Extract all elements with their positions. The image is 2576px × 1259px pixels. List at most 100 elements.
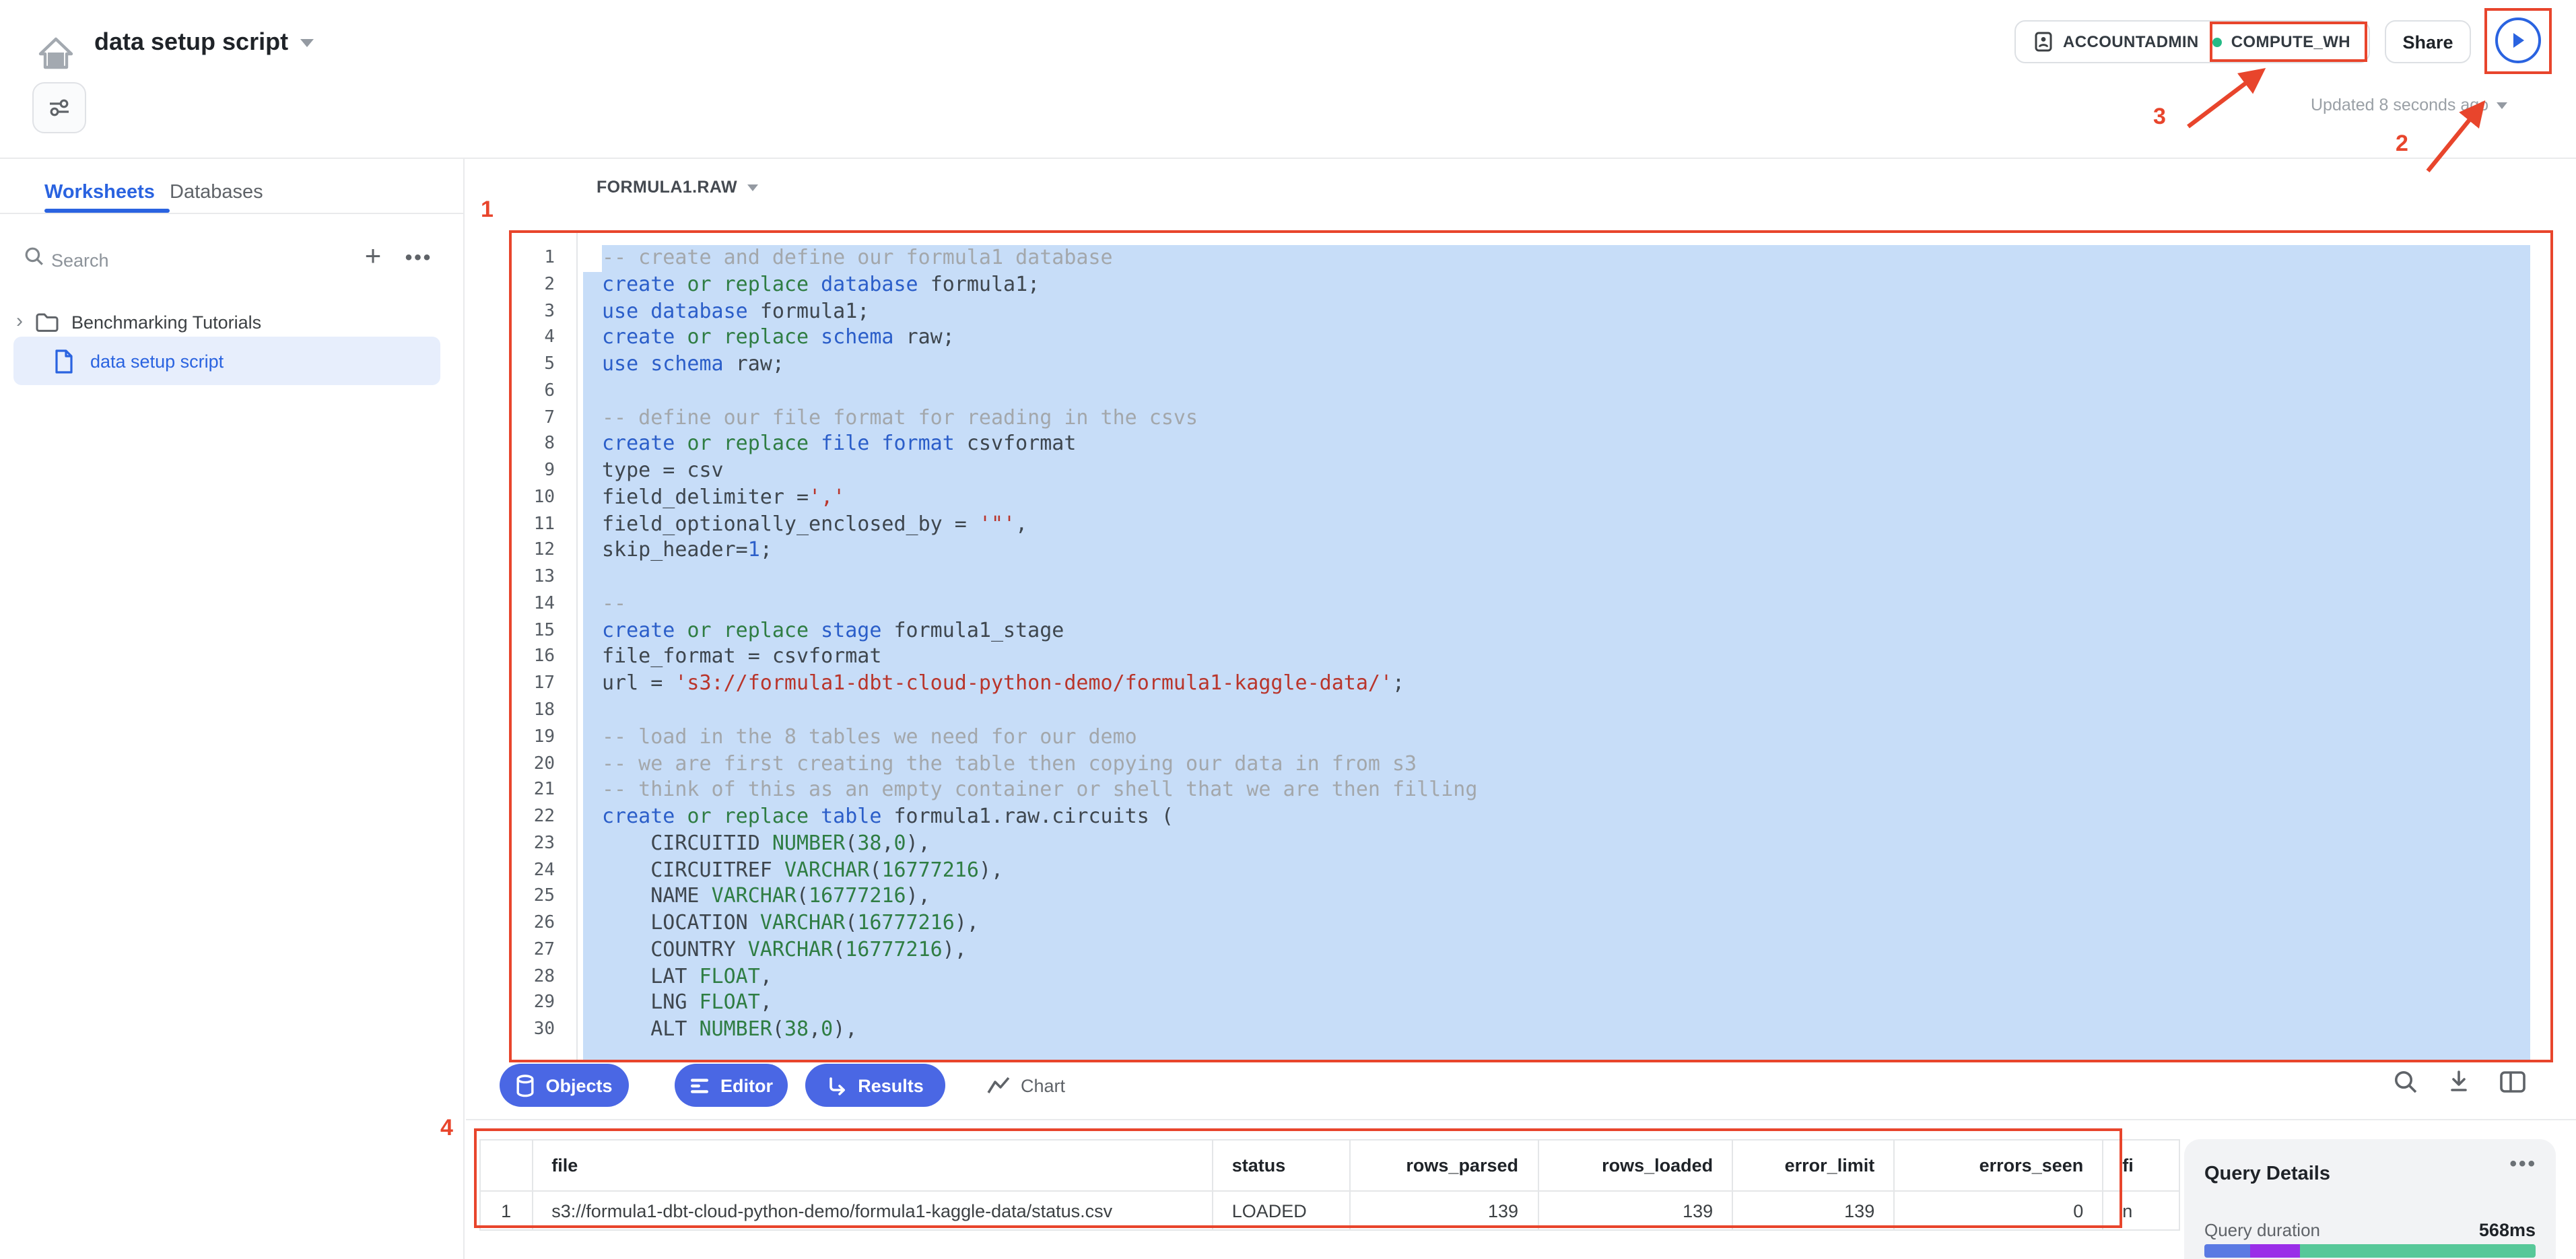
updated-dropdown-caret[interactable] [2497, 102, 2507, 108]
editor-button[interactable]: Editor [675, 1064, 788, 1107]
code-line[interactable]: 10field_delimiter =',' [509, 485, 2553, 512]
line-text: -- define our file format for reading in… [583, 405, 2530, 432]
line-text: field_delimiter =',' [583, 485, 2530, 512]
line-number: 29 [509, 990, 555, 1017]
search-input[interactable] [48, 242, 283, 277]
line-text: -- we are first creating the table then … [583, 751, 2530, 778]
line-number: 12 [509, 538, 555, 565]
code-line[interactable]: 22create or replace table formula1.raw.c… [509, 804, 2553, 831]
line-number: 23 [509, 831, 555, 858]
code-line[interactable]: 9type = csv [509, 458, 2553, 485]
line-text: create or replace database formula1; [583, 272, 2530, 299]
tab-databases[interactable]: Databases [170, 182, 263, 203]
query-details-title: Query Details [2204, 1163, 2330, 1185]
query-details-more-button[interactable]: ••• [2509, 1153, 2537, 1176]
table-cell: n [2103, 1191, 2179, 1230]
sidebar-more-button[interactable]: ••• [399, 238, 439, 276]
split-columns-icon[interactable] [2499, 1070, 2526, 1093]
sql-editor[interactable]: 1-- create and define our formula1 datab… [509, 230, 2553, 1062]
code-line[interactable]: 5use schema raw; [509, 351, 2553, 378]
sidebar-item-folder[interactable]: › Benchmarking Tutorials [16, 302, 261, 342]
line-text: COUNTRY VARCHAR(16777216), [583, 937, 2530, 964]
objects-button[interactable]: Objects [500, 1064, 629, 1107]
run-button[interactable] [2495, 18, 2541, 63]
results-button[interactable]: Results [805, 1064, 945, 1107]
database-icon [516, 1074, 535, 1097]
line-number: 28 [509, 963, 555, 990]
new-worksheet-button[interactable]: + [355, 238, 391, 276]
worksheet-context-selector[interactable]: FORMULA1.RAW [597, 178, 759, 197]
code-line[interactable]: 27 COUNTRY VARCHAR(16777216), [509, 937, 2553, 964]
column-header[interactable]: fi [2103, 1140, 2179, 1191]
code-line[interactable]: 18 [509, 697, 2553, 724]
chart-tab[interactable]: Chart [987, 1075, 1065, 1095]
line-number: 15 [509, 617, 555, 644]
role-selector[interactable]: ACCOUNTADMIN [2033, 31, 2199, 53]
code-line[interactable]: 25 NAME VARCHAR(16777216), [509, 884, 2553, 911]
code-line[interactable]: 16 file_format = csvformat [509, 644, 2553, 671]
code-line[interactable]: 23 CIRCUITID NUMBER(38,0), [509, 831, 2553, 858]
code-line[interactable]: 17url = 's3://formula1-dbt-cloud-python-… [509, 671, 2553, 698]
column-header[interactable]: error_limit [1732, 1140, 1894, 1191]
code-line[interactable]: 24 CIRCUITREF VARCHAR(16777216), [509, 857, 2553, 884]
last-updated-text: Updated 8 seconds ago [2311, 96, 2488, 114]
share-button[interactable]: Share [2385, 20, 2471, 63]
code-line[interactable]: 1-- create and define our formula1 datab… [509, 245, 2553, 272]
code-line[interactable]: 30 ALT NUMBER(38,0), [509, 1017, 2553, 1044]
sidebar-item-selected-worksheet[interactable]: data setup script [13, 337, 440, 385]
last-updated: Updated 8 seconds ago [2311, 96, 2507, 114]
column-header[interactable]: rows_loaded [1538, 1140, 1732, 1191]
line-number: 16 [509, 644, 555, 671]
snowsight-worksheet-page: data setup script ACCOUNTADMIN [0, 0, 2576, 1259]
line-text: file_format = csvformat [583, 644, 2530, 671]
line-text: url = 's3://formula1-dbt-cloud-python-de… [583, 671, 2530, 698]
column-header[interactable]: rows_parsed [1350, 1140, 1538, 1191]
search-results-icon[interactable] [2393, 1069, 2418, 1095]
code-line[interactable]: 26 LOCATION VARCHAR(16777216), [509, 910, 2553, 937]
filter-settings-button[interactable] [32, 82, 86, 133]
code-line[interactable]: 4create or replace schema raw; [509, 325, 2553, 352]
code-line[interactable]: 7 -- define our file format for reading i… [509, 405, 2553, 432]
line-number: 25 [509, 884, 555, 911]
chevron-right-icon[interactable]: › [16, 309, 23, 332]
warehouse-selector[interactable]: COMPUTE_WH [2212, 32, 2350, 51]
code-line[interactable]: 6 [509, 378, 2553, 405]
line-text: type = csv [583, 458, 2530, 485]
results-label: Results [858, 1075, 924, 1095]
worksheet-doc-icon [54, 348, 74, 374]
download-icon[interactable] [2447, 1069, 2471, 1095]
code-line[interactable]: 13 [509, 564, 2553, 591]
code-line[interactable]: 3use database formula1; [509, 298, 2553, 325]
home-icon[interactable] [38, 35, 74, 71]
code-line[interactable]: 21-- think of this as an empty container… [509, 778, 2553, 805]
column-header[interactable]: errors_seen [1894, 1140, 2103, 1191]
code-line[interactable]: 15 create or replace stage formula1_stage [509, 617, 2553, 644]
code-line[interactable]: 14-- [509, 591, 2553, 618]
column-header[interactable]: status [1213, 1140, 1350, 1191]
table-row[interactable]: 1s3://formula1-dbt-cloud-python-demo/for… [480, 1191, 2179, 1230]
query-duration-label: Query duration [2204, 1220, 2320, 1240]
line-text: skip_header=1; [583, 538, 2530, 565]
context-dropdown-caret[interactable] [748, 184, 759, 191]
code-line[interactable] [509, 1044, 2553, 1062]
column-header[interactable]: file [532, 1140, 1212, 1191]
title-dropdown-caret[interactable] [300, 38, 314, 46]
code-line[interactable]: 8create or replace file format csvformat [509, 432, 2553, 458]
results-actions [2393, 1069, 2526, 1095]
code-line[interactable]: 28 LAT FLOAT, [509, 963, 2553, 990]
code-line[interactable]: 11field_optionally_enclosed_by = '"', [509, 511, 2553, 538]
code-line[interactable]: 20-- we are first creating the table the… [509, 751, 2553, 778]
play-icon [2510, 31, 2526, 50]
table-cell: LOADED [1213, 1191, 1350, 1230]
code-line[interactable]: 12 skip_header=1; [509, 538, 2553, 565]
line-text: create or replace stage formula1_stage [583, 617, 2530, 644]
tab-worksheets[interactable]: Worksheets [44, 182, 155, 203]
search-icon [24, 246, 44, 267]
line-text: CIRCUITREF VARCHAR(16777216), [583, 857, 2530, 884]
line-number: 7 [509, 405, 555, 432]
code-line[interactable]: 29 LNG FLOAT, [509, 990, 2553, 1017]
code-line[interactable]: 19-- load in the 8 tables we need for ou… [509, 724, 2553, 751]
code-line[interactable]: 2create or replace database formula1; [509, 272, 2553, 299]
column-header[interactable] [480, 1140, 532, 1191]
line-text [583, 697, 2530, 724]
